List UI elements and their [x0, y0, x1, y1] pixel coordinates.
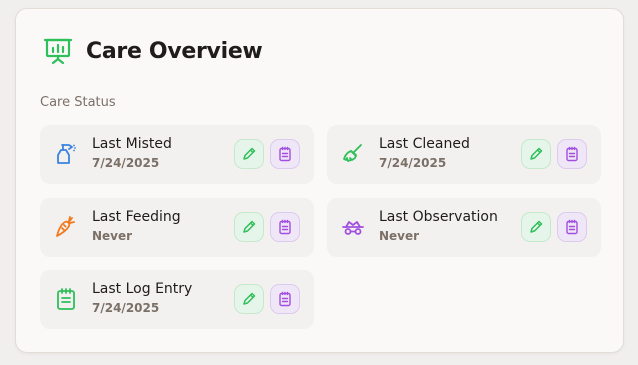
edit-cleaned-button[interactable]	[521, 139, 551, 169]
log-log-button[interactable]	[270, 284, 300, 314]
log-feeding-button[interactable]	[270, 212, 300, 242]
notepad-icon	[279, 146, 291, 162]
edit-observation-button[interactable]	[521, 212, 551, 242]
care-item-label: Last Cleaned	[379, 136, 470, 152]
pencil-icon	[530, 220, 543, 233]
care-item-misted: Last Misted 7/24/2025	[40, 125, 314, 184]
care-item-label: Last Observation	[379, 209, 498, 225]
pencil-icon	[243, 147, 256, 160]
card-header: Care Overview	[42, 35, 263, 67]
care-item-date: Never	[379, 229, 420, 243]
care-item-date: 7/24/2025	[379, 156, 447, 170]
observation-glasses-icon	[342, 221, 364, 235]
log-cleaned-button[interactable]	[557, 139, 587, 169]
pencil-icon	[243, 220, 256, 233]
log-observation-button[interactable]	[557, 212, 587, 242]
log-misted-button[interactable]	[270, 139, 300, 169]
carrot-icon	[56, 216, 75, 237]
care-item-observation: Last Observation Never	[327, 198, 601, 257]
notepad-icon	[566, 146, 578, 162]
care-item-label: Last Misted	[92, 136, 172, 152]
care-item-date: 7/24/2025	[92, 301, 160, 315]
section-label: Care Status	[40, 95, 116, 110]
edit-log-button[interactable]	[234, 284, 264, 314]
care-item-label: Last Feeding	[92, 209, 181, 225]
notepad-icon	[57, 288, 75, 310]
broom-icon	[343, 144, 362, 162]
notepad-icon	[279, 291, 291, 307]
care-item-feeding: Last Feeding Never	[40, 198, 314, 257]
care-item-log: Last Log Entry 7/24/2025	[40, 270, 314, 329]
care-item-date: 7/24/2025	[92, 156, 160, 170]
pencil-icon	[530, 147, 543, 160]
care-item-label: Last Log Entry	[92, 281, 193, 297]
edit-misted-button[interactable]	[234, 139, 264, 169]
notepad-icon	[279, 219, 291, 235]
page-title: Care Overview	[86, 38, 263, 64]
care-item-date: Never	[92, 229, 133, 243]
care-item-cleaned: Last Cleaned 7/24/2025	[327, 125, 601, 184]
edit-feeding-button[interactable]	[234, 212, 264, 242]
care-overview-card: Care Overview Care Status Last Misted 7/…	[15, 8, 624, 353]
spray-bottle-icon	[57, 144, 76, 164]
presentation-chart-icon	[43, 38, 73, 65]
pencil-icon	[243, 292, 256, 305]
notepad-icon	[566, 219, 578, 235]
